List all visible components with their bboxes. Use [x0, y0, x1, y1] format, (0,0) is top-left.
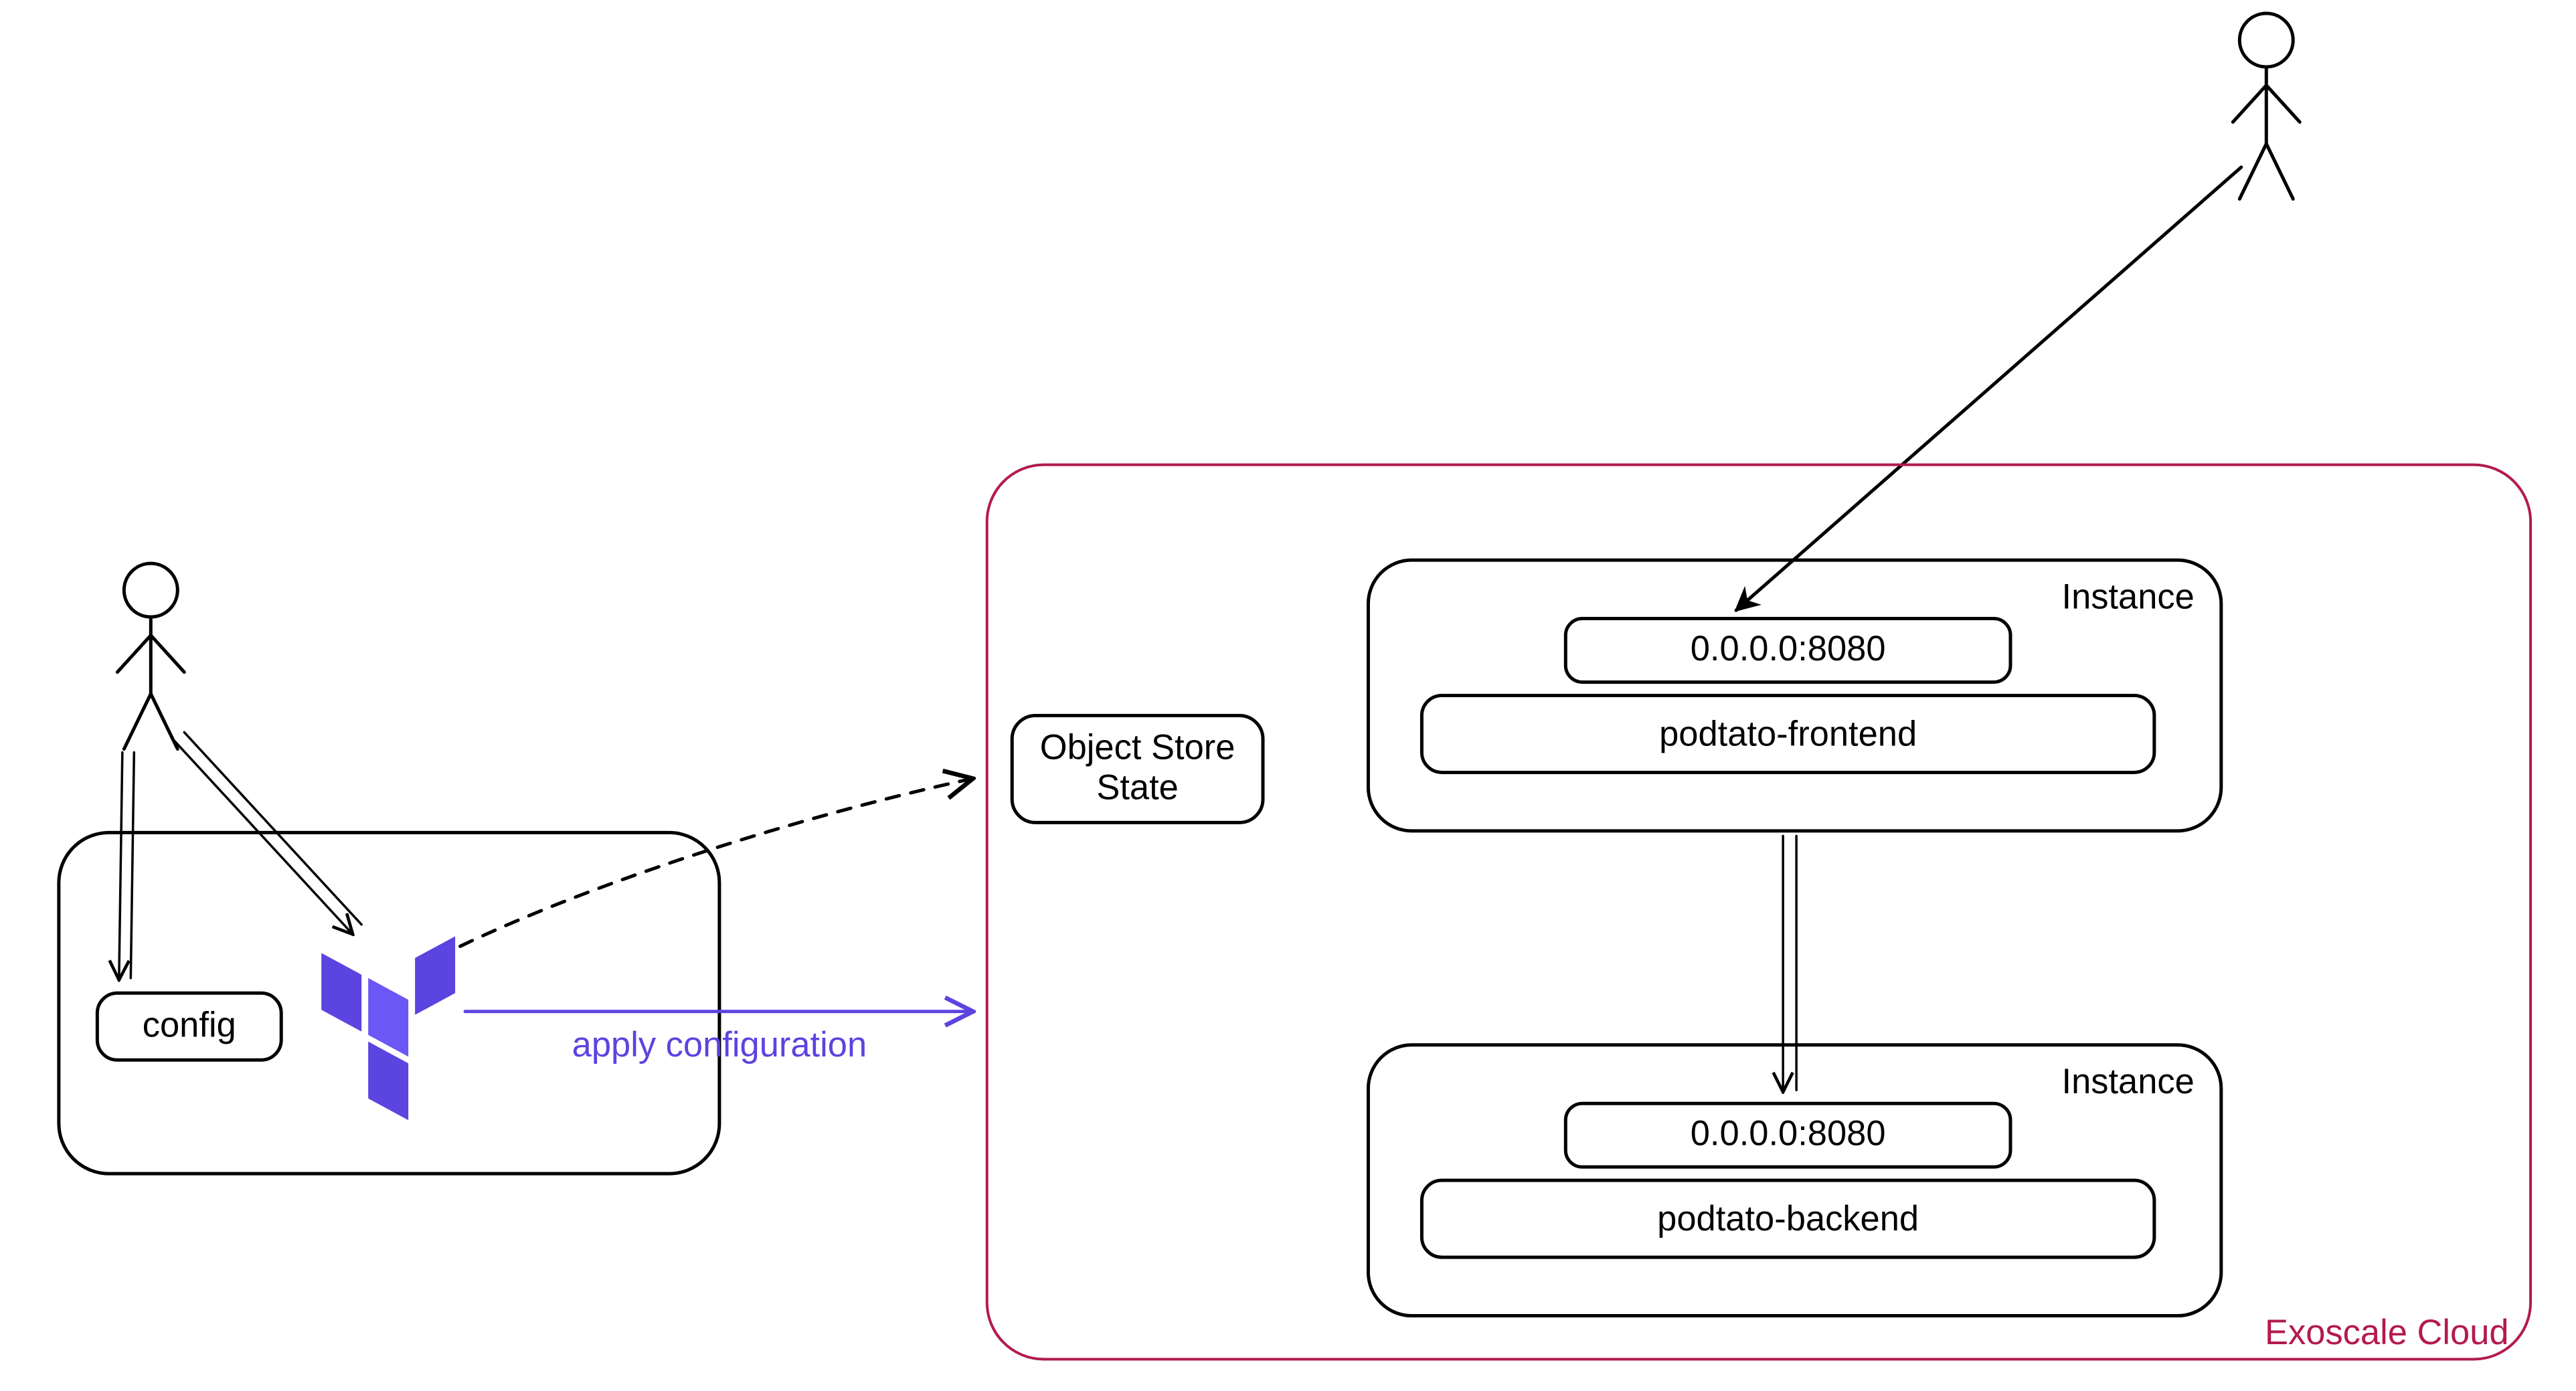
frontend-name-label: podtato-frontend — [1659, 715, 1917, 753]
frontend-to-backend-arrow — [1783, 836, 1796, 1090]
user-actor-icon — [2233, 13, 2300, 199]
object-store-label-line2: State — [1096, 768, 1179, 807]
frontend-instance-label: Instance — [2061, 578, 2194, 617]
architecture-diagram: config apply configuration Exoscale Clou… — [0, 0, 2576, 1391]
apply-configuration-label: apply configuration — [572, 1026, 867, 1064]
config-label: config — [143, 1006, 236, 1044]
backend-name-label: podtato-backend — [1657, 1200, 1919, 1238]
frontend-endpoint-label: 0.0.0.0:8080 — [1691, 630, 1886, 668]
user-to-frontend-arrow — [1736, 167, 2241, 610]
operator-to-config-arrow — [119, 752, 134, 978]
backend-endpoint-label: 0.0.0.0:8080 — [1691, 1115, 1886, 1153]
cloud-provider-label: Exoscale Cloud — [2265, 1313, 2509, 1352]
object-store-label-line1: Object Store — [1040, 728, 1235, 767]
backend-instance-label: Instance — [2061, 1062, 2194, 1101]
operator-actor-icon — [117, 563, 184, 749]
terraform-icon — [321, 936, 455, 1120]
